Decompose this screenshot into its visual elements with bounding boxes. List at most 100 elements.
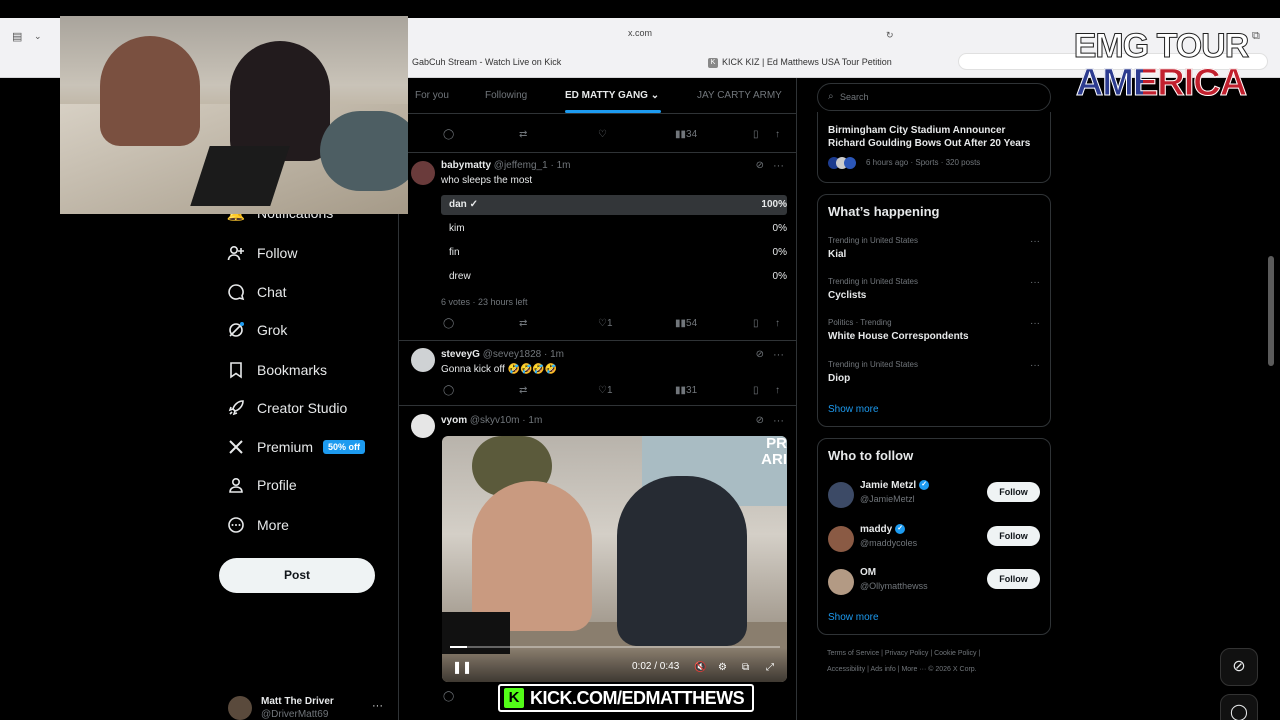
follow-suggestion[interactable]: maddy ✓ @maddycoles Follow [828,523,1040,557]
grok-icon[interactable]: ⊘ [756,415,764,426]
retweet-icon[interactable]: ⇄ [519,129,527,140]
footer-links[interactable]: Accessibility | Ads info | More ··· © 20… [827,666,977,673]
bookmark-icon[interactable]: ▯ [753,385,759,396]
kick-logo-icon: K [504,688,524,708]
cam-person-left [100,36,200,146]
poll-option: drew 0% [441,267,787,287]
bookmark-icon[interactable]: ▯ [753,129,759,140]
like-icon[interactable]: ♡ 1 [598,318,613,329]
account-switcher[interactable]: Matt The Driver @DriverMatt69 ··· [228,694,388,720]
emg-tour-line2: AMERICA [1072,64,1250,103]
more-dots-icon[interactable]: ··· [773,415,784,427]
page-scrollbar[interactable] [1268,256,1274,366]
tab-following[interactable]: Following [485,90,527,101]
more-dots-icon[interactable]: ··· [773,349,784,361]
follow-button[interactable]: Follow [987,569,1040,589]
retweet-icon[interactable]: ⇄ [519,318,527,329]
suggestion-name-text: Jamie Metzl [860,480,917,491]
follow-button[interactable]: Follow [987,526,1040,546]
view-count: 31 [686,385,698,396]
trend-item[interactable]: Politics · Trending White House Correspo… [828,318,1040,342]
tweet-text: Gonna kick off 🤣🤣🤣🤣 [441,364,558,375]
person-add-icon [226,243,246,263]
messages-fab-button[interactable]: ◯ [1220,694,1258,720]
grok-icon[interactable]: ⊘ [756,160,764,171]
share-icon[interactable]: ↑ [775,318,780,329]
search-input[interactable]: ⌕ Search [817,83,1051,111]
gear-icon[interactable]: ⚙ [718,662,727,673]
mute-icon[interactable]: 🔇 [694,662,706,673]
views-icon[interactable]: ▮▮ 54 [675,318,697,329]
tab-kick-petition[interactable]: K KICK KIZ | Ed Matthews USA Tour Petitio… [708,53,892,71]
account-name: Matt The Driver [261,696,334,707]
footer-links[interactable]: Terms of Service | Privacy Policy | Cook… [827,650,980,657]
share-icon[interactable]: ↑ [775,129,780,140]
nav-item-premium[interactable]: Premium 50% off [226,432,366,462]
like-icon[interactable]: ♡ [598,129,607,140]
show-more-link[interactable]: Show more [828,612,879,623]
tab-for-you[interactable]: For you [415,90,449,101]
trend-item[interactable]: Trending in United States Diop ··· [828,360,1040,384]
tab-label: KICK KIZ | Ed Matthews USA Tour Petition [722,57,892,67]
share-icon[interactable]: ↑ [775,385,780,396]
tweet-author[interactable]: babymatty [441,160,491,171]
pip-icon[interactable]: ⧉ [742,662,749,673]
avatar[interactable] [411,348,435,372]
nav-item-grok[interactable]: Grok [226,315,287,345]
follow-button[interactable]: Follow [987,482,1040,502]
nav-item-profile[interactable]: Profile [226,470,297,500]
tab-ed-matty-gang[interactable]: ED MATTY GANG ⌄ [565,90,659,101]
grok-icon [226,320,246,340]
nav-label: Creator Studio [257,400,348,416]
retweet-icon[interactable]: ⇄ [519,385,527,396]
more-dots-icon[interactable]: ··· [1030,318,1040,329]
tabs-overview-icon[interactable]: ⧉ [1252,30,1260,43]
poll-option-label: fin [449,247,460,258]
tweet-header: vyom @skyv10m · 1m [441,415,542,426]
tweet-author[interactable]: steveyG [441,349,480,360]
tab-jay-carty-army[interactable]: JAY CARTY ARMY [697,90,782,101]
more-dots-icon[interactable]: ··· [1030,236,1040,247]
tweet-author[interactable]: vyom [441,415,467,426]
like-icon[interactable]: ♡ 1 [598,385,613,396]
more-dots-icon[interactable]: ··· [1030,277,1040,288]
follow-suggestion[interactable]: Jamie Metzl ✓ @JamieMetzl Follow [828,479,1040,513]
bookmark-icon[interactable]: ▯ [753,318,759,329]
more-dots-icon[interactable]: ··· [773,160,784,172]
tweet-actions: ◯ ⇄ ♡ ▮▮ 34 ▯ ↑ [439,129,789,143]
nav-item-creator-studio[interactable]: Creator Studio [226,393,347,423]
reply-icon[interactable]: ◯ [443,129,454,140]
poll-option-label: drew [449,271,471,282]
reply-icon[interactable]: ◯ [443,385,454,396]
nav-item-more[interactable]: More [226,510,289,540]
reload-icon[interactable]: ↻ [886,30,894,41]
show-more-link[interactable]: Show more [828,404,879,415]
fullscreen-icon[interactable]: ⤢ [766,662,774,673]
views-icon[interactable]: ▮▮ 31 [675,385,697,396]
more-dots-icon[interactable]: ··· [1030,360,1040,371]
reply-icon[interactable]: ◯ [443,318,454,329]
check-circle-icon: ✓ [469,199,478,210]
views-icon[interactable]: ▮▮ 34 [675,129,697,140]
pause-icon[interactable]: ❚❚ [452,660,472,674]
video-progress-bar[interactable] [450,646,780,648]
grok-icon[interactable]: ⊘ [756,349,764,360]
post-button[interactable]: Post [219,558,375,593]
poll-percent: 0% [772,271,787,282]
nav-item-chat[interactable]: Chat [226,277,287,307]
video-person-right [617,476,747,646]
follow-suggestion[interactable]: OM @Ollymatthewss Follow [828,566,1040,600]
video-player[interactable]: PR ARI ❚❚ 0:02 / 0:43 🔇 ⚙ ⧉ ⤢ [442,436,787,682]
nav-item-follow[interactable]: Follow [226,238,297,268]
poll-option: dan ✓ 100% [441,195,787,215]
avatar[interactable] [411,161,435,185]
reply-icon[interactable]: ◯ [443,691,454,702]
trend-item[interactable]: Trending in United States Kial ··· [828,236,1040,260]
tab-gabcuh-stream[interactable]: GabCuh Stream - Watch Live on Kick [412,53,561,71]
nav-label: Premium [257,439,314,455]
trend-item[interactable]: Trending in United States Cyclists ··· [828,277,1040,301]
top-story-card[interactable]: Birmingham City Stadium Announcer Richar… [817,112,1051,183]
avatar[interactable] [411,414,435,438]
nav-item-bookmarks[interactable]: Bookmarks [226,355,327,385]
grok-fab-button[interactable]: ⊘ [1220,648,1258,686]
